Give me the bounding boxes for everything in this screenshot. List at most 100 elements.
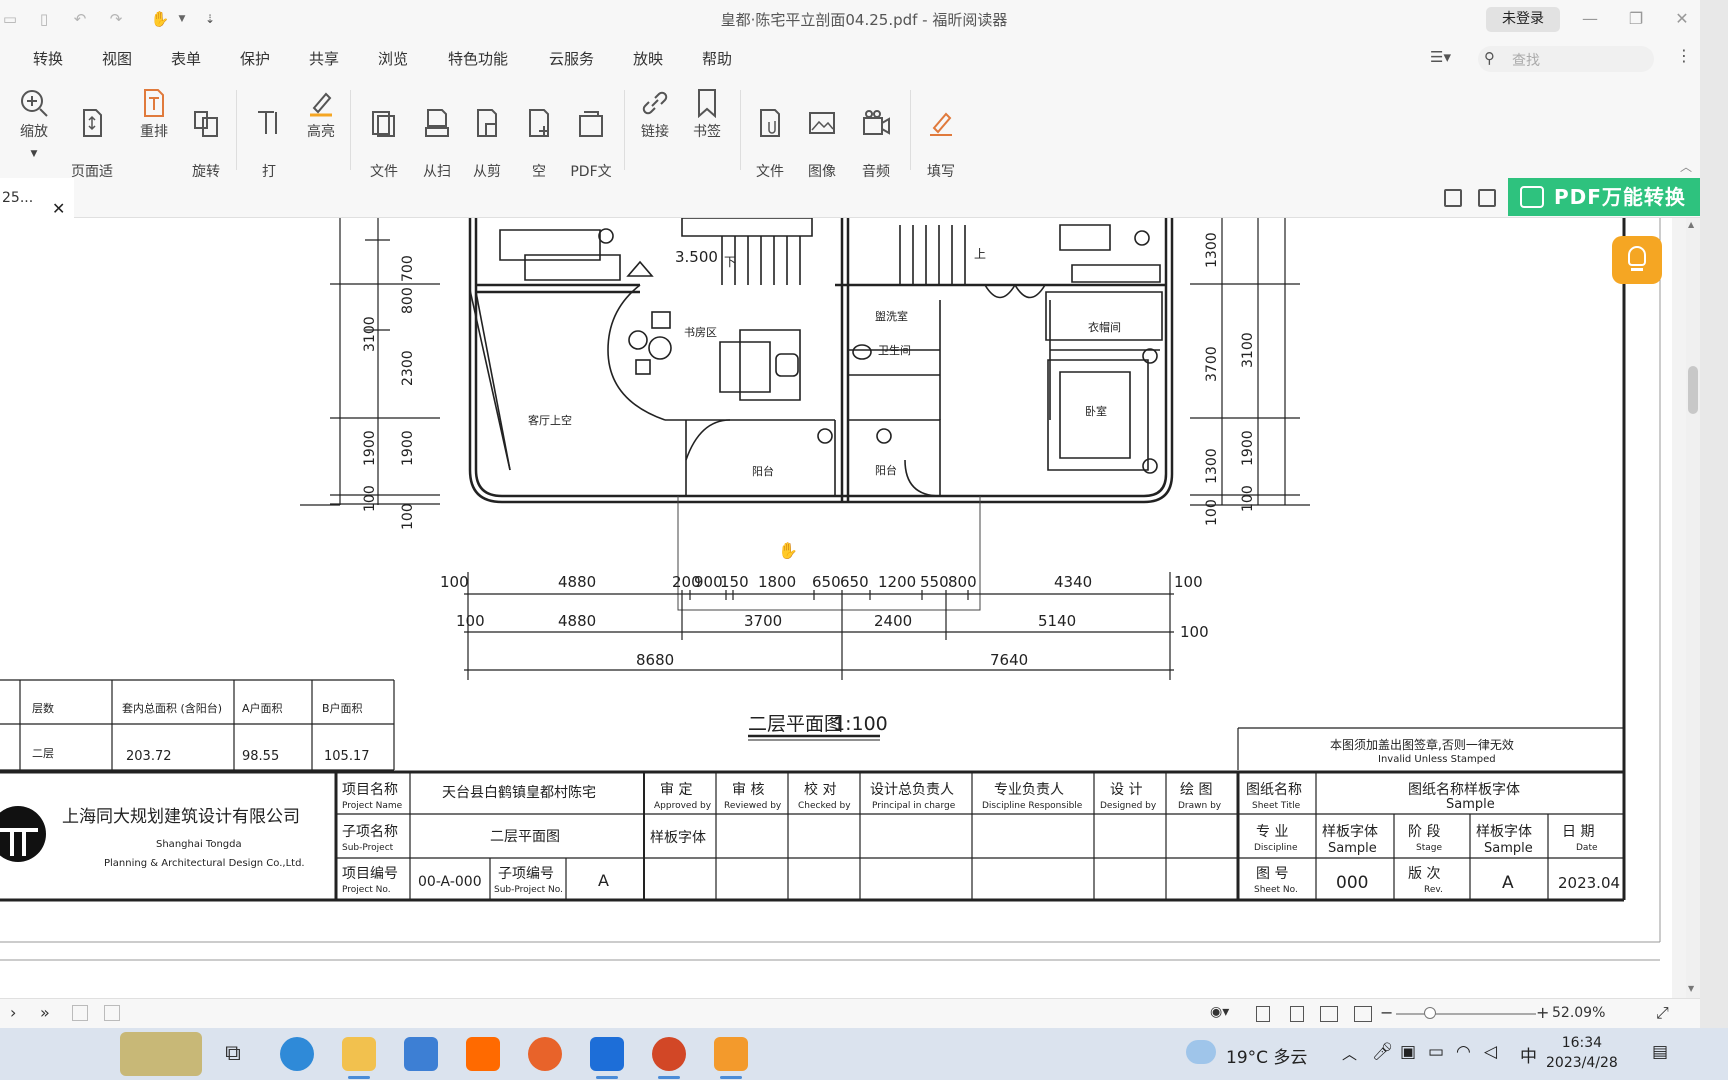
undo-icon[interactable]: ↶	[70, 9, 90, 29]
area-cell-b: 105.17	[324, 749, 370, 764]
microphone-icon[interactable]: 🎤︎	[1372, 1042, 1394, 1062]
area-header-a: A户面积	[242, 701, 283, 715]
zoom-slider[interactable]	[1396, 1013, 1536, 1015]
close-icon[interactable]: ✕	[1662, 5, 1702, 33]
continuous-facing-icon[interactable]	[1354, 1006, 1372, 1022]
scroll-down-icon[interactable]: ▼	[1688, 984, 1694, 993]
menu-form[interactable]: 表单	[171, 48, 201, 69]
save-icon[interactable]: ▭	[0, 9, 20, 29]
photos-icon[interactable]	[590, 1037, 624, 1079]
collapse-ribbon-icon[interactable]: ︿	[1680, 158, 1692, 175]
menu-protect[interactable]: 保护	[240, 48, 270, 69]
left-inner-dim: 800	[400, 287, 416, 314]
left-outer-dim: 100	[362, 485, 378, 512]
device-icon[interactable]: ▣	[1400, 1042, 1416, 1062]
foxit-reader-icon[interactable]	[714, 1037, 748, 1079]
ribbon-divider	[740, 90, 741, 170]
room-label-closet: 衣帽间	[1088, 320, 1121, 334]
restore-icon[interactable]: ❐	[1616, 5, 1656, 33]
facing-page-icon[interactable]	[1320, 1006, 1338, 1022]
zoom-level[interactable]: 52.09%	[1552, 1005, 1605, 1021]
next-page-icon[interactable]: ›	[10, 1003, 16, 1022]
dim-text: 900	[694, 573, 723, 591]
menu-convert[interactable]: 转换	[33, 48, 63, 69]
fullscreen-icon[interactable]: ⤢	[1656, 1003, 1669, 1023]
drawing-scale-text: 1:100	[833, 713, 888, 735]
document-tab[interactable]: 25... ✕	[0, 178, 74, 218]
menu-share[interactable]: 共享	[309, 48, 339, 69]
menu-browse[interactable]: 浏览	[378, 48, 408, 69]
powerpoint-icon[interactable]	[652, 1037, 686, 1079]
tray-expand-icon[interactable]: ︿	[1342, 1043, 1357, 1064]
customize-toolbar-icon[interactable]: ⇣	[200, 9, 220, 29]
task-view-icon[interactable]: ⧉	[216, 1037, 250, 1071]
project-name-label-en: Project Name	[342, 801, 403, 811]
more-options-icon[interactable]: ⋮	[1676, 46, 1692, 65]
weather-text[interactable]: 19°C 多云	[1226, 1043, 1307, 1068]
left-inner-dim: 700	[400, 255, 416, 282]
tab-list-icon[interactable]	[1478, 189, 1496, 207]
volume-icon[interactable]: ◁	[1484, 1042, 1497, 1062]
file-explorer-icon[interactable]	[342, 1037, 376, 1079]
notification-icon[interactable]: ▤	[1652, 1042, 1668, 1062]
lightbulb-hint-icon[interactable]	[1612, 236, 1662, 284]
clock[interactable]: 16:34 2023/4/28	[1546, 1033, 1618, 1073]
bulb-shape	[1628, 246, 1646, 266]
zoom-out-icon[interactable]: −	[1380, 1003, 1393, 1022]
highlight-button[interactable]: 高亮	[303, 88, 339, 142]
widget-thumbnail[interactable]	[120, 1032, 202, 1076]
continuous-page-icon[interactable]	[1290, 1006, 1304, 1022]
reflow-button[interactable]: 重排	[136, 88, 172, 142]
single-page-icon[interactable]	[1256, 1006, 1270, 1022]
mail-icon[interactable]	[404, 1037, 438, 1071]
chevron-down-icon[interactable]: ▼	[172, 9, 192, 29]
link-button[interactable]: 链接	[638, 88, 672, 142]
bookmark-button[interactable]: 书签	[690, 88, 724, 142]
hand-tool-icon[interactable]: ✋	[150, 9, 170, 29]
stair-down-label: 下	[724, 255, 736, 269]
pdf-convert-banner[interactable]: PDF万能转换	[1508, 178, 1704, 216]
bookmark-icon	[698, 89, 716, 118]
room-label-bedroom: 卧室	[1085, 404, 1107, 418]
discipline-label-en: Discipline	[1254, 843, 1298, 853]
firefox-icon[interactable]	[528, 1037, 562, 1071]
login-button[interactable]: 未登录	[1486, 7, 1560, 32]
document-viewport[interactable]: 书房区 客厅上空 阳台 阳台 盥洗室 卫生间 衣帽间 卧室 3.500 下 上 …	[0, 218, 1672, 998]
minimize-icon[interactable]: —	[1570, 5, 1610, 33]
title-block: 上海同大规划建筑设计有限公司 Shanghai Tongda Planning …	[0, 770, 1624, 902]
last-page-icon[interactable]: »	[40, 1003, 50, 1022]
scrollbar-thumb[interactable]	[1688, 366, 1698, 414]
menu-slideshow[interactable]: 放映	[633, 48, 663, 69]
reading-mode-icon[interactable]: ◉▾	[1210, 1004, 1229, 1020]
menu-features[interactable]: 特色功能	[448, 48, 508, 69]
zoom-in-icon[interactable]: +	[1536, 1003, 1549, 1022]
edge-icon[interactable]	[280, 1037, 314, 1071]
new-document-icon[interactable]: ▯	[34, 9, 54, 29]
zoom-button[interactable]: 缩放 ▼	[14, 88, 54, 164]
weather-icon[interactable]	[1186, 1040, 1216, 1064]
search-input[interactable]: ⚲ 查找	[1478, 46, 1654, 72]
image-annotation-icon	[809, 112, 835, 134]
dim-text: 2400	[874, 612, 912, 630]
right-dimension-texts: 1300 3700 1300 100 3100 1900 100	[1204, 232, 1256, 526]
menu-cloud[interactable]: 云服务	[549, 48, 594, 69]
sample-font-text: 样板字体	[650, 830, 706, 846]
wifi-icon[interactable]: ◠	[1456, 1042, 1471, 1062]
ime-indicator[interactable]: 中	[1520, 1042, 1537, 1067]
right-inner-dim: 1300	[1204, 232, 1220, 268]
page-split-icon[interactable]	[104, 1005, 120, 1021]
menu-help[interactable]: 帮助	[702, 48, 732, 69]
mi-icon[interactable]	[466, 1037, 500, 1071]
menu-view[interactable]: 视图	[102, 48, 132, 69]
reflow-label: 重排	[140, 124, 168, 140]
right-inner-dim: 3700	[1204, 346, 1220, 382]
grid-view-icon[interactable]	[1444, 189, 1462, 207]
page-copy-icon[interactable]	[72, 1005, 88, 1021]
redo-icon[interactable]: ↷	[106, 9, 126, 29]
battery-icon[interactable]: ▭	[1428, 1042, 1444, 1062]
vertical-scrollbar[interactable]: ▲ ▼	[1686, 218, 1700, 998]
project-no-label-en: Project No.	[342, 885, 391, 895]
search-options-icon[interactable]: ☰▾	[1430, 48, 1451, 66]
scroll-up-icon[interactable]: ▲	[1688, 220, 1694, 229]
zoom-slider-thumb[interactable]	[1424, 1007, 1436, 1019]
